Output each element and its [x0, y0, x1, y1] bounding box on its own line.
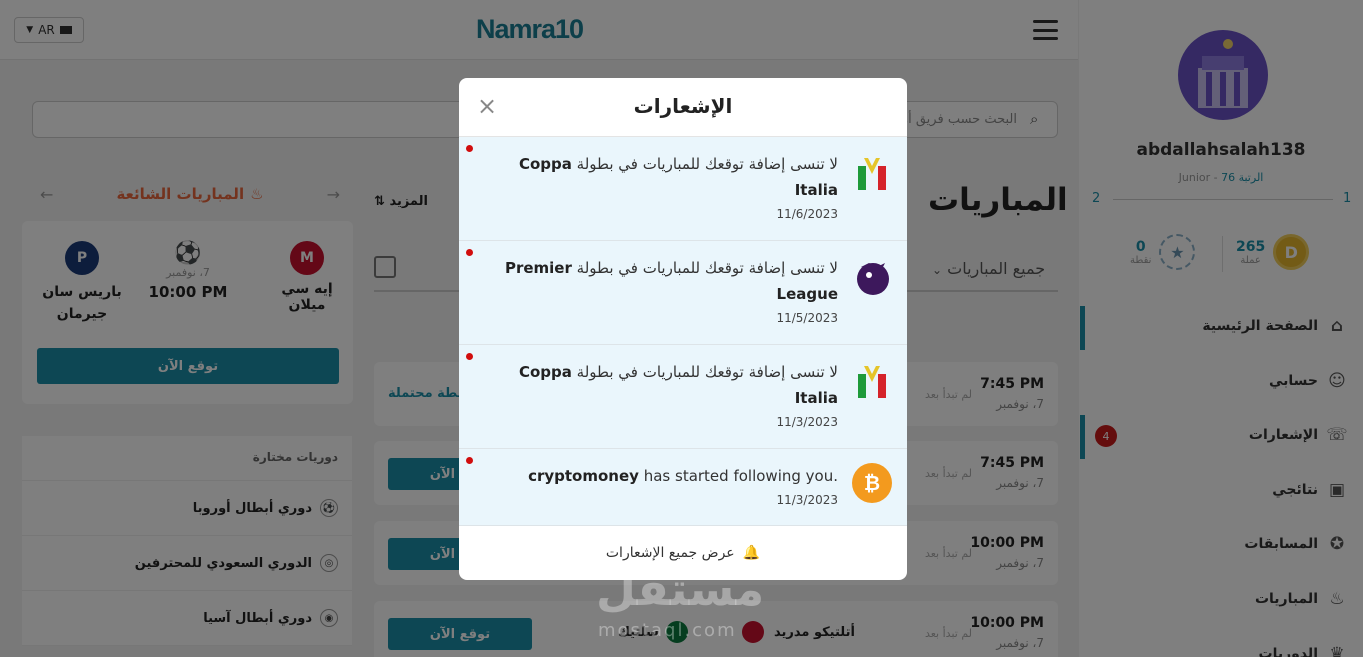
notification-prefix: لا تنسى إضافة توقعك للمباريات في بطولة — [576, 259, 838, 277]
notification-date: 11/3/2023 — [776, 415, 838, 429]
notifications-modal: الإشعارات × لا تنسى إضافة توقعك للمباريا… — [459, 78, 907, 580]
notification-date: 11/5/2023 — [776, 311, 838, 325]
bitcoin-icon: ₿ — [851, 462, 893, 504]
premier-league-icon — [851, 257, 893, 299]
notification-prefix: لا تنسى إضافة توقعك للمباريات في بطولة — [576, 363, 838, 381]
unread-dot — [466, 457, 473, 464]
notification-message: has started following you — [643, 467, 834, 485]
unread-dot — [466, 145, 473, 152]
notification-item[interactable]: لا تنسى إضافة توقعك للمباريات في بطولة C… — [459, 137, 907, 241]
close-icon[interactable]: × — [477, 92, 497, 120]
notification-text: لا تنسى إضافة توقعك للمباريات في بطولة C… — [478, 151, 838, 203]
notification-prefix: لا تنسى إضافة توقعك للمباريات في بطولة — [576, 155, 838, 173]
unread-dot — [466, 249, 473, 256]
coppa-italia-icon — [851, 361, 893, 403]
watermark-domain: mostaql.com — [598, 620, 737, 641]
notification-text: لا تنسى إضافة توقعك للمباريات في بطولة P… — [478, 255, 838, 307]
notification-item[interactable]: لا تنسى إضافة توقعك للمباريات في بطولة P… — [459, 241, 907, 345]
notification-date: 11/3/2023 — [776, 493, 838, 507]
modal-title: الإشعارات — [633, 94, 733, 118]
notification-text: cryptomoney has started following you. — [528, 467, 838, 485]
bell-icon: 🔔 — [742, 545, 761, 561]
notification-item[interactable]: cryptomoney has started following you. 1… — [459, 449, 907, 526]
coppa-italia-icon — [851, 153, 893, 195]
unread-dot — [466, 353, 473, 360]
notification-item[interactable]: لا تنسى إضافة توقعك للمباريات في بطولة C… — [459, 345, 907, 449]
notification-user: cryptomoney — [528, 467, 639, 485]
view-all-label: عرض جميع الإشعارات — [605, 545, 735, 561]
notification-date: 11/6/2023 — [776, 207, 838, 221]
watermark-logo: مستقل — [596, 562, 765, 616]
notification-text: لا تنسى إضافة توقعك للمباريات في بطولة C… — [478, 359, 838, 411]
